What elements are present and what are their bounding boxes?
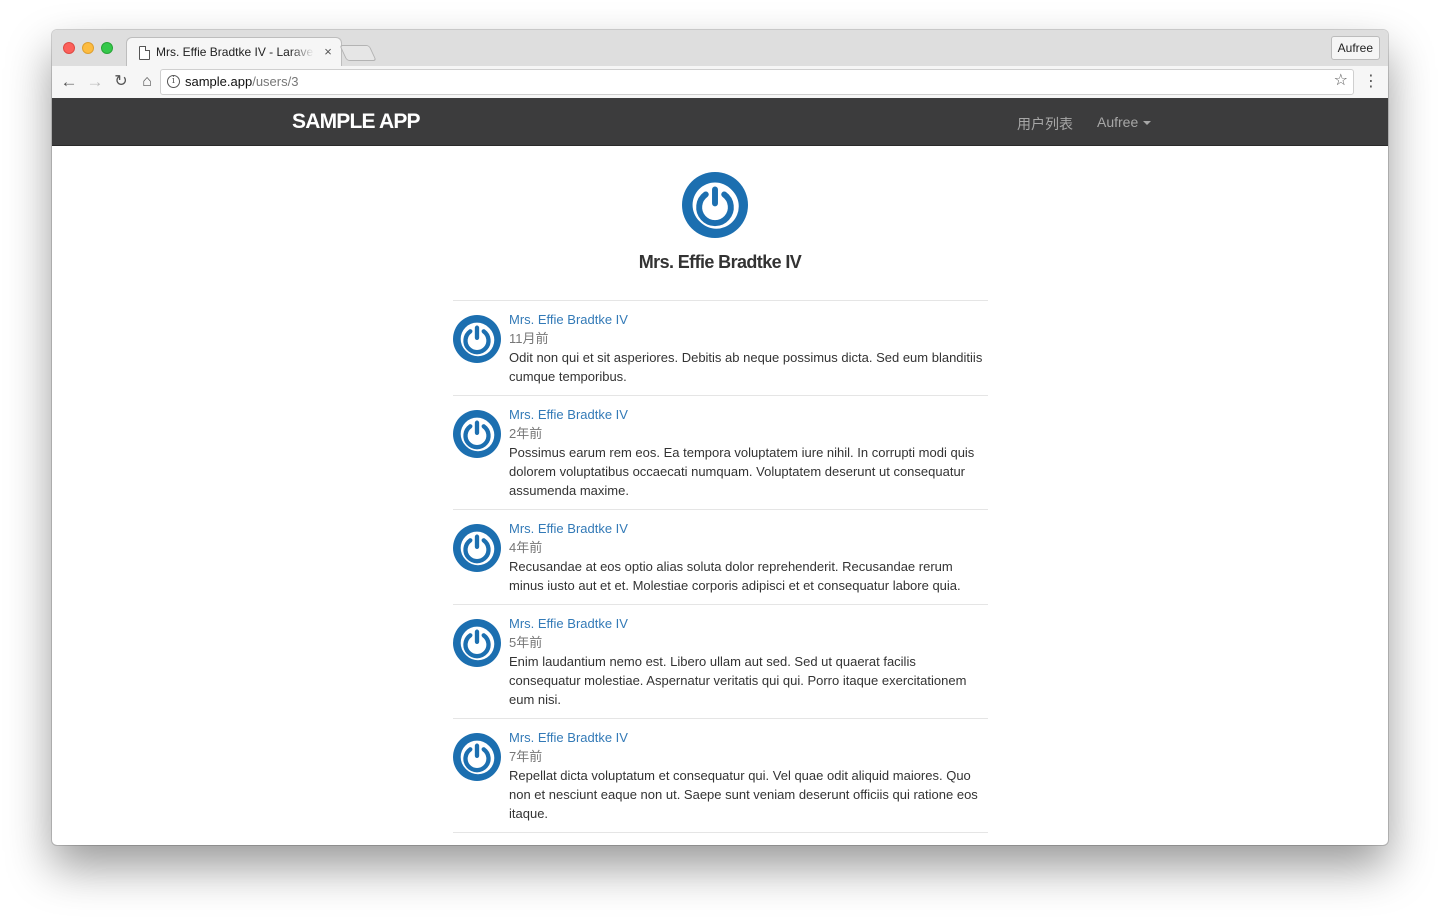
status-item: Mrs. Effie Bradtke IV 7年前 Repellat dicta v…: [453, 718, 988, 832]
document-icon: [139, 46, 150, 60]
maximize-window-button[interactable]: [101, 42, 113, 54]
new-tab-button[interactable]: [339, 45, 377, 61]
status-author-link[interactable]: Mrs. Effie Bradtke IV: [509, 405, 988, 424]
star-icon[interactable]: ☆: [1334, 71, 1348, 91]
status-gravatar-avatar[interactable]: [453, 315, 501, 363]
status-author-link[interactable]: Mrs. Effie Bradtke IV: [509, 842, 988, 845]
minimize-window-button[interactable]: [82, 42, 94, 54]
status-gravatar-avatar[interactable]: [453, 733, 501, 781]
account-dropdown-label: Aufree: [1097, 114, 1139, 130]
status-item: Mrs. Effie Bradtke IV 5年前 Enim laudantium …: [453, 604, 988, 718]
status-timestamp: 2年前: [509, 426, 543, 441]
account-dropdown[interactable]: Aufree: [1097, 114, 1152, 130]
browser-window: Mrs. Effie Bradtke IV - Laravel × Aufree…: [52, 30, 1388, 845]
status-item: Mrs. Effie Bradtke IV 2年前 Possimus earum r…: [453, 395, 988, 509]
reload-icon[interactable]: ↻: [111, 72, 131, 92]
status-author-link[interactable]: Mrs. Effie Bradtke IV: [509, 519, 988, 538]
status-timestamp: 7年前: [509, 749, 543, 764]
status-gravatar-avatar[interactable]: [453, 524, 501, 572]
back-arrow-icon[interactable]: ←: [59, 72, 79, 92]
profile-gravatar-avatar: [682, 172, 748, 238]
tab-strip: Mrs. Effie Bradtke IV - Laravel × Aufree: [52, 30, 1388, 67]
status-content: Odit non qui et sit asperiores. Debitis …: [509, 350, 983, 384]
status-timestamp: 4年前: [509, 540, 543, 555]
page-content: Mrs. Effie Bradtke IV Mrs. Effie Bradtke…: [52, 146, 1388, 845]
url-path: /users/3: [252, 74, 299, 89]
close-window-button[interactable]: [63, 42, 75, 54]
status-item: Mrs. Effie Bradtke IV 11月前 Odit non qui et…: [453, 300, 988, 395]
brand-logo[interactable]: SAMPLE APP: [292, 110, 421, 134]
url-text[interactable]: sample.app/users/3: [185, 74, 298, 89]
nav-users-link[interactable]: 用户列表: [1017, 114, 1073, 134]
browser-tab[interactable]: Mrs. Effie Bradtke IV - Laravel ×: [126, 37, 342, 67]
caret-down-icon: [1143, 121, 1152, 126]
status-content: Possimus earum rem eos. Ea tempora volup…: [509, 445, 975, 498]
status-timestamp: 5年前: [509, 635, 543, 650]
app-navbar: SAMPLE APP 用户列表 Aufree: [52, 98, 1388, 146]
info-icon[interactable]: i: [167, 75, 180, 88]
status-author-link[interactable]: Mrs. Effie Bradtke IV: [509, 310, 988, 329]
status-content: Recusandae at eos optio alias soluta dol…: [509, 559, 961, 593]
status-gravatar-avatar[interactable]: [453, 619, 501, 667]
status-feed: Mrs. Effie Bradtke IV 11月前 Odit non qui et…: [453, 300, 988, 845]
status-timestamp: 11月前: [509, 331, 549, 346]
browser-toolbar: ← → ↻ ⌂ i sample.app/users/3 ☆ ⋮: [52, 66, 1388, 99]
profile-button[interactable]: Aufree: [1330, 36, 1380, 60]
status-gravatar-avatar[interactable]: [453, 410, 501, 458]
tab-close-icon[interactable]: ×: [321, 44, 335, 60]
kebab-menu-icon[interactable]: ⋮: [1363, 72, 1379, 92]
status-author-link[interactable]: Mrs. Effie Bradtke IV: [509, 614, 988, 633]
address-bar[interactable]: i sample.app/users/3 ☆: [160, 69, 1354, 95]
status-content: Enim laudantium nemo est. Libero ullam a…: [509, 654, 967, 707]
status-item: Mrs. Effie Bradtke IV 4年前 Recusandae at eo…: [453, 509, 988, 604]
status-author-link[interactable]: Mrs. Effie Bradtke IV: [509, 728, 988, 747]
url-host: sample.app: [185, 74, 253, 89]
forward-arrow-icon[interactable]: →: [85, 72, 105, 92]
status-item: Mrs. Effie Bradtke IV: [453, 832, 988, 845]
home-icon[interactable]: ⌂: [137, 72, 157, 92]
status-content: Repellat dicta voluptatum et consequatur…: [509, 768, 978, 821]
profile-name: Mrs. Effie Bradtke IV: [638, 252, 802, 272]
tab-title: Mrs. Effie Bradtke IV - Laravel: [156, 45, 314, 59]
